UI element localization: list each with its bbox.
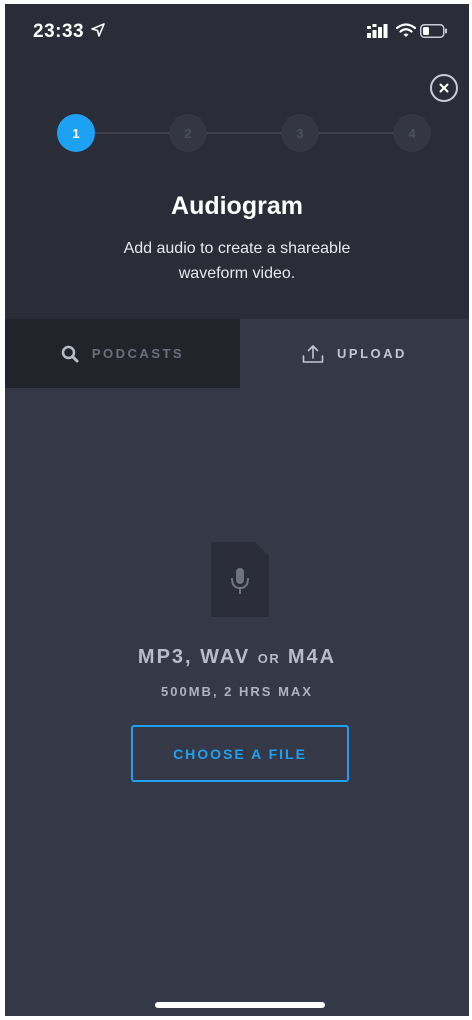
- step-1: 1: [57, 114, 95, 152]
- page-subtitle: Add audio to create a shareable waveform…: [123, 240, 351, 282]
- upload-limits: 500MB, 2 HRS MAX: [161, 684, 313, 699]
- location-arrow-icon: [91, 23, 105, 42]
- step-connector: [319, 132, 393, 134]
- step-connector: [207, 132, 281, 134]
- cellular-signal-icon: [367, 24, 389, 43]
- step-connector: [95, 132, 169, 134]
- status-bar: 23:33: [5, 4, 469, 60]
- search-icon: [61, 345, 79, 362]
- status-time: 23:33: [33, 21, 85, 42]
- step-2: 2: [169, 114, 207, 152]
- page-title: Audiogram: [171, 192, 303, 220]
- header-panel: 23:33 1 2 3 4 Audiogram Add audio to cre…: [5, 4, 469, 319]
- source-tabs: PODCASTS UPLOAD: [5, 319, 469, 388]
- step-3: 3: [281, 114, 319, 152]
- wifi-icon: [395, 23, 417, 43]
- tab-podcasts[interactable]: PODCASTS: [5, 319, 240, 388]
- close-icon: [439, 83, 449, 93]
- supported-formats: MP3, WAV OR M4A: [5, 646, 469, 669]
- formats-or: OR: [257, 651, 281, 666]
- formats-main: MP3, WAV: [137, 646, 251, 668]
- choose-file-button[interactable]: CHOOSE A FILE: [131, 725, 349, 782]
- app-screen: 23:33 1 2 3 4 Audiogram Add audio to cre…: [5, 4, 469, 1016]
- tab-podcasts-label: PODCASTS: [91, 346, 185, 361]
- step-4: 4: [393, 114, 431, 152]
- battery-icon: [420, 24, 448, 43]
- close-button[interactable]: [430, 74, 458, 102]
- formats-last: M4A: [287, 646, 337, 668]
- home-indicator[interactable]: [155, 1002, 325, 1008]
- tab-upload[interactable]: UPLOAD: [240, 319, 469, 388]
- tab-upload-label: UPLOAD: [337, 346, 407, 361]
- upload-icon: [302, 344, 324, 363]
- microphone-file-icon: [211, 542, 269, 617]
- step-indicator: 1 2 3 4: [57, 113, 431, 153]
